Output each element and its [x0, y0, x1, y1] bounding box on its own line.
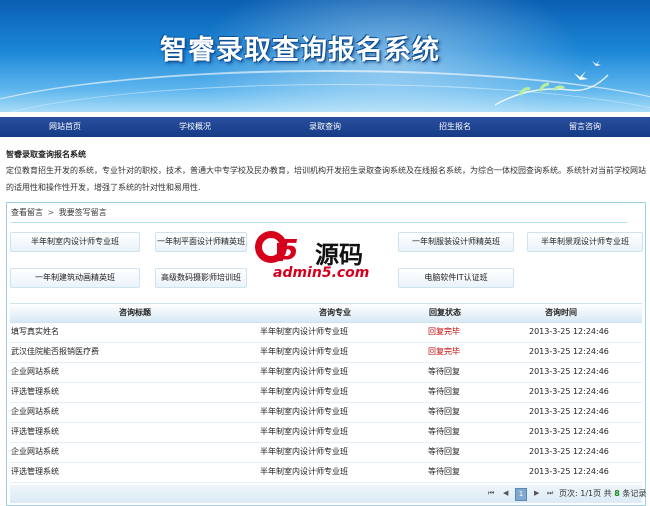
main-nav: 网站首页 学校概况 录取查询 招生报名 留言咨询	[0, 117, 650, 137]
message-course: 半年制室内设计师专业班	[260, 347, 348, 356]
table-row[interactable]: 企业网站系统 半年制室内设计师专业班 等待回复 2013-3-25 12:24:…	[10, 402, 642, 423]
prev-page-icon[interactable]: ◀	[503, 489, 508, 497]
message-title[interactable]: 评选管理系统	[11, 422, 59, 442]
nav-item-consultation[interactable]: 留言咨询	[520, 117, 650, 137]
nav-item-home[interactable]: 网站首页	[0, 117, 130, 137]
column-header-status: 回复状态	[429, 308, 461, 317]
reply-status: 等待回复	[428, 427, 460, 436]
column-header-course: 咨询专业	[319, 308, 351, 317]
message-title[interactable]: 企业网站系统	[11, 442, 59, 462]
page-info-prefix: 页次: 1/1页 共	[559, 489, 612, 498]
message-title[interactable]: 填写真实姓名	[11, 322, 59, 342]
intro-title: 智睿录取查询报名系统	[6, 150, 86, 159]
next-page-icon[interactable]: ▶	[534, 489, 539, 497]
current-page-button[interactable]: 1	[515, 488, 527, 501]
table-row[interactable]: 评选管理系统 半年制室内设计师专业班 等待回复 2013-3-25 12:24:…	[10, 462, 642, 483]
course-button[interactable]: 半年制室内设计师专业班	[10, 232, 140, 252]
message-title[interactable]: 评选管理系统	[11, 462, 59, 482]
message-title[interactable]: 武汉佳院能否报销医疗费	[11, 342, 99, 362]
reply-status: 回复完毕	[428, 347, 460, 356]
logo-five: 5	[279, 233, 299, 266]
column-header-time: 咨询时间	[545, 308, 577, 317]
table-header: 咨询标题 咨询专业 回复状态 咨询时间	[10, 303, 642, 323]
message-time: 2013-3-25 12:24:46	[529, 407, 609, 416]
message-title[interactable]: 企业网站系统	[11, 362, 59, 382]
message-course: 半年制室内设计师专业班	[260, 407, 348, 416]
reply-status: 等待回复	[428, 407, 460, 416]
write-message-link[interactable]: 我要签写留言	[59, 208, 107, 217]
column-header-title: 咨询标题	[119, 308, 151, 317]
nav-item-admission-query[interactable]: 录取查询	[260, 117, 390, 137]
breadcrumb: 查看留言 > 我要签写留言	[11, 207, 107, 218]
header-banner: 智睿录取查询报名系统	[0, 0, 650, 112]
reply-status: 等待回复	[428, 387, 460, 396]
message-title[interactable]: 企业网站系统	[11, 402, 59, 422]
table-row[interactable]: 企业网站系统 半年制室内设计师专业班 等待回复 2013-3-25 12:24:…	[10, 442, 642, 463]
view-messages-link[interactable]: 查看留言	[11, 208, 43, 217]
table-row[interactable]: 企业网站系统 半年制室内设计师专业班 等待回复 2013-3-25 12:24:…	[10, 362, 642, 383]
site-title: 智睿录取查询报名系统	[160, 35, 440, 66]
course-button[interactable]: 电脑软件IT认证班	[398, 268, 514, 288]
message-course: 半年制室内设计师专业班	[260, 327, 348, 336]
breadcrumb-separator: >	[47, 208, 55, 217]
reply-status: 等待回复	[428, 367, 460, 376]
course-button[interactable]: 一年制服装设计师精英班	[398, 232, 514, 252]
message-time: 2013-3-25 12:24:46	[529, 347, 609, 356]
message-time: 2013-3-25 12:24:46	[529, 447, 609, 456]
last-page-icon[interactable]: ⏭	[547, 489, 553, 498]
reply-status: 回复完毕	[428, 327, 460, 336]
message-course: 半年制室内设计师专业班	[260, 447, 348, 456]
course-button[interactable]: 一年制平面设计师精英班	[155, 232, 247, 252]
reply-status: 等待回复	[428, 467, 460, 476]
table-row[interactable]: 评选管理系统 半年制室内设计师专业班 等待回复 2013-3-25 12:24:…	[10, 382, 642, 403]
course-button[interactable]: 一年制建筑动画精英班	[10, 268, 140, 288]
nav-item-school-overview[interactable]: 学校概况	[130, 117, 260, 137]
page-info: 页次: 1/1页 共 8 条记录	[559, 485, 646, 503]
watermark-logo: 5 源码 admin5.com	[253, 227, 397, 287]
logo-site: admin5.com	[273, 265, 370, 281]
nav-item-enrollment[interactable]: 招生报名	[390, 117, 520, 137]
table-row[interactable]: 武汉佳院能否报销医疗费 半年制室内设计师专业班 回复完毕 2013-3-25 1…	[10, 342, 642, 363]
divider	[11, 222, 627, 223]
message-course: 半年制室内设计师专业班	[260, 427, 348, 436]
message-course: 半年制室内设计师专业班	[260, 367, 348, 376]
table-row[interactable]: 评选管理系统 半年制室内设计师专业班 等待回复 2013-3-25 12:24:…	[10, 422, 642, 443]
message-time: 2013-3-25 12:24:46	[529, 367, 609, 376]
message-title[interactable]: 评选管理系统	[11, 382, 59, 402]
message-panel: 查看留言 > 我要签写留言 半年制室内设计师专业班 一年制平面设计师精英班 一年…	[6, 202, 646, 506]
table-row[interactable]: 填写真实姓名 半年制室内设计师专业班 回复完毕 2013-3-25 12:24:…	[10, 322, 642, 343]
total-count: 8	[614, 489, 620, 498]
pagination: ⏮ ◀ 1 ▶ ⏭ 页次: 1/1页 共 8 条记录	[10, 485, 646, 503]
first-page-icon[interactable]: ⏮	[488, 489, 494, 498]
message-course: 半年制室内设计师专业班	[260, 467, 348, 476]
message-time: 2013-3-25 12:24:46	[529, 427, 609, 436]
reply-status: 等待回复	[428, 447, 460, 456]
intro-text: 定位教育招生开发的系统，专业针对的职校，技术，普通大中专学校及民办教育，培训机构…	[6, 166, 646, 192]
message-time: 2013-3-25 12:24:46	[529, 467, 609, 476]
message-course: 半年制室内设计师专业班	[260, 387, 348, 396]
message-time: 2013-3-25 12:24:46	[529, 387, 609, 396]
page-info-suffix: 条记录	[622, 489, 647, 498]
course-button[interactable]: 半年制景观设计师专业班	[527, 232, 643, 252]
birds-branch-icon	[494, 60, 609, 106]
course-button[interactable]: 高级数码摄影师培训班	[155, 268, 247, 288]
message-time: 2013-3-25 12:24:46	[529, 327, 609, 336]
